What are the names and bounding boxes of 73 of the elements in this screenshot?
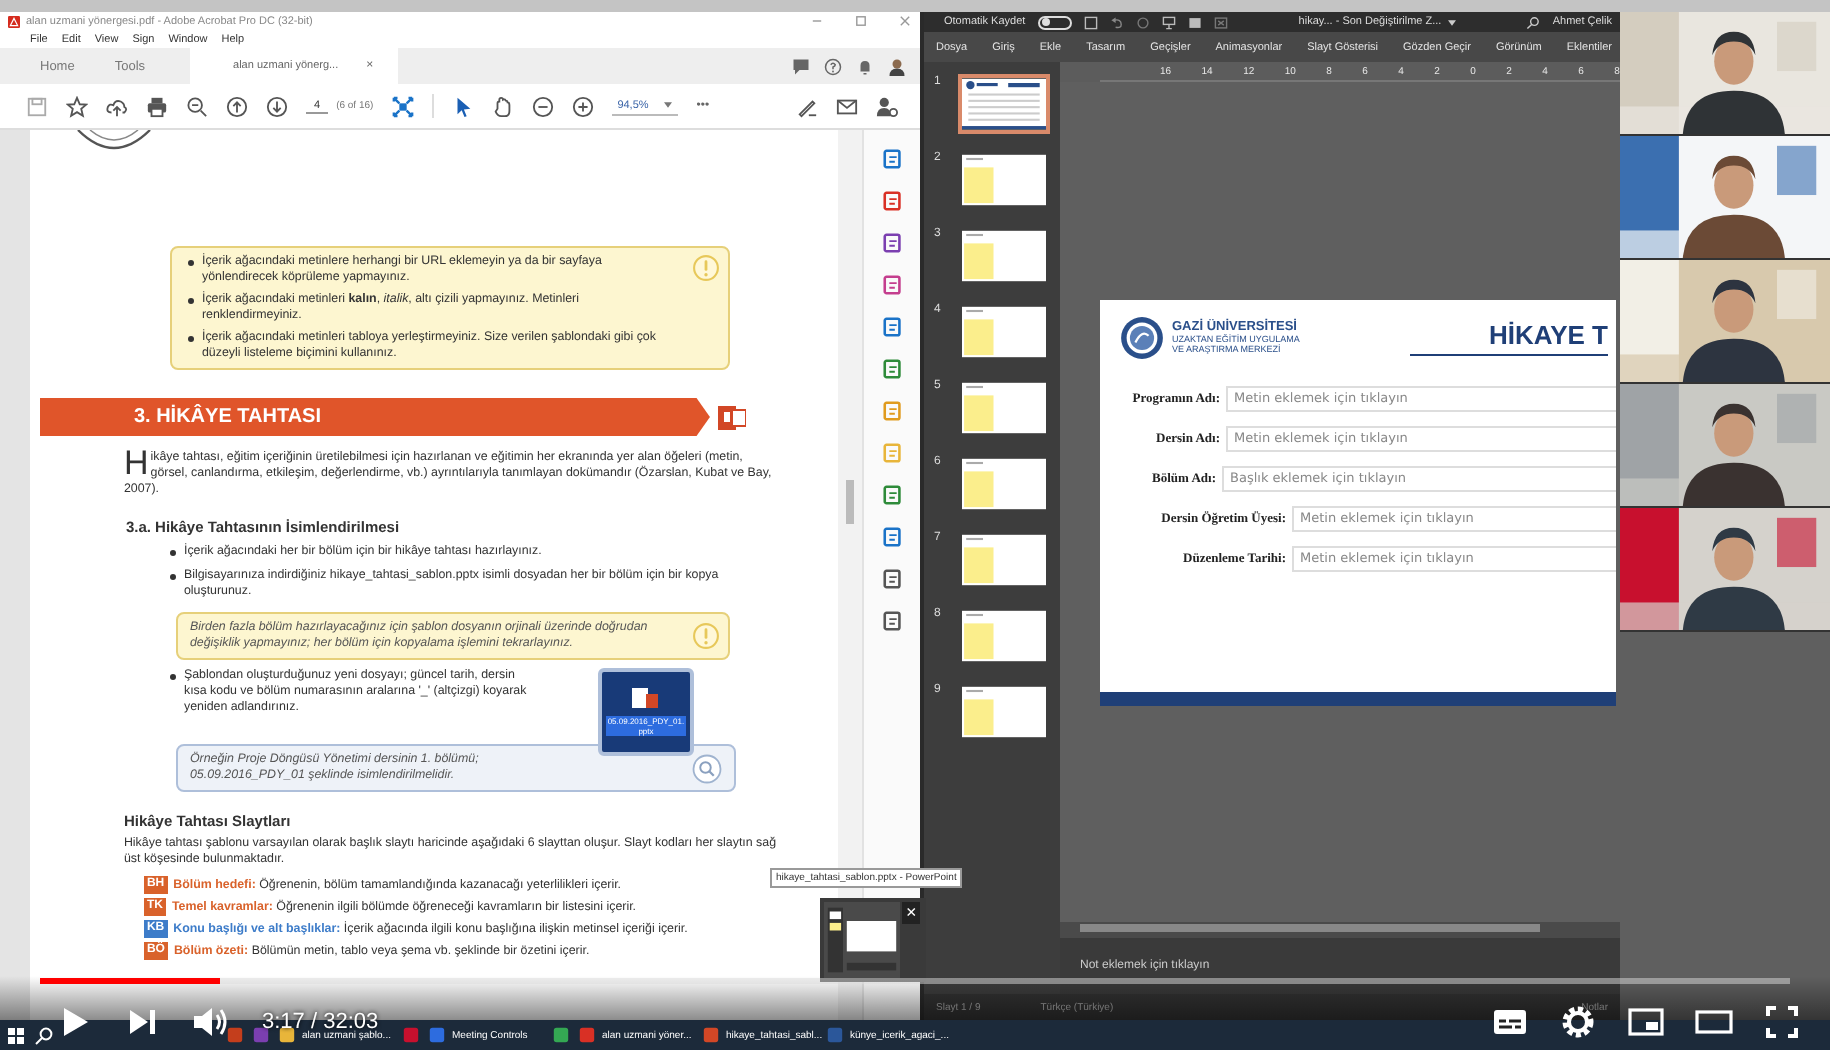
- fit-page-icon[interactable]: [391, 95, 414, 117]
- scrollbar-thumb[interactable]: [1080, 924, 1540, 932]
- sign-pen-icon[interactable]: [796, 95, 818, 117]
- slide-thumbnail[interactable]: [960, 76, 1048, 132]
- bullet-icon: [187, 297, 194, 303]
- progress-bar[interactable]: [40, 978, 1790, 984]
- close-icon[interactable]: [898, 14, 912, 28]
- slide-thumbnail[interactable]: [960, 608, 1048, 664]
- tool-icon[interactable]: [881, 568, 904, 590]
- volume-icon[interactable]: [190, 1002, 230, 1042]
- search-icon[interactable]: [34, 1025, 54, 1045]
- tool-icon[interactable]: [881, 610, 904, 632]
- slide-thumbnail[interactable]: [960, 532, 1048, 588]
- save-icon[interactable]: [1083, 15, 1098, 29]
- bullet-icon: [169, 549, 176, 555]
- slide-thumbnail[interactable]: [960, 456, 1048, 512]
- bullet-icon: [187, 335, 194, 341]
- taskbar-icon[interactable]: [252, 1026, 270, 1044]
- tool-icon[interactable]: [881, 484, 904, 506]
- scrollbar-thumb[interactable]: [846, 480, 855, 524]
- university-logo: [1120, 315, 1164, 359]
- zoom-out-icon[interactable]: [186, 95, 208, 117]
- zoom-out-minus-icon[interactable]: [531, 95, 554, 117]
- emblem-icon: [73, 130, 154, 150]
- slide-thumbnail[interactable]: [960, 152, 1048, 208]
- tool-icon[interactable]: [881, 232, 904, 254]
- tool-icon[interactable]: [881, 358, 904, 380]
- bullet-icon: [169, 673, 176, 679]
- taskbar-icon[interactable]: [552, 1026, 570, 1044]
- caret-icon: [664, 102, 673, 108]
- down-arrow-icon[interactable]: [266, 95, 288, 117]
- windows-start-icon[interactable]: [6, 1025, 26, 1045]
- help-icon[interactable]: [824, 57, 842, 75]
- tool-icon[interactable]: [881, 274, 904, 296]
- slide-thumbnail[interactable]: [960, 228, 1048, 284]
- avatar-icon[interactable]: [888, 57, 906, 75]
- autosave-toggle[interactable]: [1037, 15, 1072, 29]
- print-icon[interactable]: [146, 95, 168, 117]
- tool-icon[interactable]: [881, 316, 904, 338]
- star-icon[interactable]: [66, 95, 88, 117]
- bullet-icon: [187, 259, 194, 265]
- window-preview[interactable]: ×: [820, 898, 926, 982]
- powerpoint-icon: [717, 403, 746, 431]
- fullscreen-icon[interactable]: [1762, 1002, 1802, 1042]
- document-icon: [631, 688, 660, 712]
- tool-icon[interactable]: [881, 526, 904, 548]
- bell-icon[interactable]: [856, 57, 874, 75]
- up-arrow-icon[interactable]: [226, 95, 248, 117]
- close-button[interactable]: ×: [902, 902, 921, 924]
- search-icon[interactable]: [1526, 15, 1541, 29]
- slide-thumbnail[interactable]: [960, 684, 1048, 740]
- mail-icon[interactable]: [836, 95, 858, 117]
- cloud-upload-icon[interactable]: [106, 95, 128, 117]
- comment-icon[interactable]: [792, 57, 810, 75]
- hand-icon[interactable]: [491, 95, 514, 117]
- presenter-icon[interactable]: [1161, 15, 1176, 29]
- tool-icon[interactable]: [881, 148, 904, 170]
- caret-icon[interactable]: [1447, 19, 1456, 25]
- slide-thumbnail[interactable]: [960, 380, 1048, 436]
- exclamation-icon: [691, 254, 720, 282]
- maximize-icon[interactable]: [854, 14, 868, 28]
- exclamation-icon: [691, 622, 720, 650]
- close-box-icon[interactable]: [1213, 15, 1228, 29]
- slide-thumbnail[interactable]: [960, 304, 1048, 360]
- add-user-icon[interactable]: [876, 95, 898, 117]
- tool-icon[interactable]: [881, 190, 904, 212]
- slide-title: HİKAYE T: [1409, 319, 1608, 355]
- zoom-in-plus-icon[interactable]: [571, 95, 594, 117]
- undo-icon[interactable]: [1109, 15, 1124, 29]
- section-title: 3. HİKÂYE TAHTASI: [131, 405, 321, 429]
- search-icon: [691, 753, 722, 783]
- bullet-icon: [169, 573, 176, 579]
- miniplayer-icon[interactable]: [1626, 1002, 1666, 1042]
